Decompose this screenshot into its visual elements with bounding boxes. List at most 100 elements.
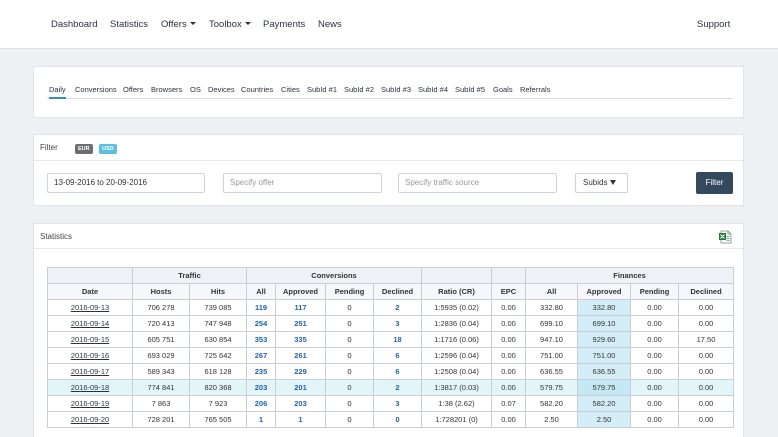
conversions-all-link[interactable]: 267 [255,351,268,360]
column-header-conv-declined[interactable]: Declined [373,283,423,300]
epc-cell: 0.00 [491,411,527,428]
conversions-approved-link[interactable]: 229 [294,367,307,376]
nav-support[interactable]: Support [697,19,730,30]
date-link[interactable]: 2016-09-15 [71,335,109,344]
date-link[interactable]: 2016-09-19 [71,399,109,408]
conversions-declined-link[interactable]: 18 [393,335,401,344]
conversions-declined-link[interactable]: 3 [395,319,399,328]
tab-browsers[interactable]: Browsers [151,85,182,94]
tab-daily[interactable]: Daily [49,85,66,99]
traffic-source-input[interactable]: Specify traffic source [398,173,557,193]
conversions-declined-link[interactable]: 6 [395,367,399,376]
ratio-cell: 1:38 (2.62) [421,395,493,412]
hosts-cell: 706 278 [132,299,190,316]
hits-cell: 7 923 [188,395,248,412]
tab-offers[interactable]: Offers [123,85,143,94]
conversions-all-link[interactable]: 1 [259,415,263,424]
nav-statistics[interactable]: Statistics [110,19,148,30]
tab-subid-1[interactable]: SubId #1 [307,85,337,94]
table-cell: 2016-09-16 [47,347,133,364]
epc-cell: 0.00 [491,299,527,316]
conversions-all-link[interactable]: 119 [255,303,267,312]
hosts-cell: 693 029 [132,347,190,364]
statistics-panel: Statistics Traffic Conversions Finances [33,223,744,437]
date-range-input[interactable]: 13-09-2016 to 20-09-2016 [47,173,205,193]
tab-conversions[interactable]: Conversions [75,85,117,94]
date-link[interactable]: 2016-09-13 [71,303,109,312]
column-header-conv-all[interactable]: All [246,283,277,300]
table-cell: 2 [373,379,423,396]
column-header-ratio[interactable]: Ratio (CR) [421,283,493,300]
table-row: 2016-09-19 7 863 7 923 206 203 0 3 1:38 (2.62) 0… [47,395,735,412]
currency-usd-badge[interactable]: USD [99,144,117,154]
conversions-all-link[interactable]: 353 [255,335,268,344]
filter-title: Filter [40,143,58,152]
tab-subid-2[interactable]: SubId #2 [344,85,374,94]
table-cell: 254 [246,315,277,332]
subids-label: Subids [583,178,608,187]
column-header-fin-pending[interactable]: Pending [630,283,680,300]
ratio-cell: 1:2836 (0.04) [421,315,493,332]
tab-countries[interactable]: Countries [241,85,273,94]
conversions-declined-link[interactable]: 2 [395,303,399,312]
tab-devices[interactable]: Devices [208,85,235,94]
conversions-approved-link[interactable]: 335 [294,335,307,344]
tab-subid-3[interactable]: SubId #3 [381,85,411,94]
nav-payments[interactable]: Payments [263,19,305,30]
nav-offers[interactable]: Offers [161,19,196,30]
date-link[interactable]: 2016-09-20 [71,415,109,424]
conversions-approved-link[interactable]: 201 [294,383,307,392]
column-header-date[interactable]: Date [47,283,133,300]
tab-cities[interactable]: Cities [281,85,300,94]
excel-export-icon[interactable] [718,230,732,244]
tab-goals[interactable]: Goals [493,85,513,94]
epc-cell: 0.00 [491,363,527,380]
table-cell: 6 [373,347,423,364]
ratio-cell: 1:728201 (0) [421,411,493,428]
date-link[interactable]: 2016-09-18 [71,383,109,392]
conversions-approved-link[interactable]: 117 [294,303,306,312]
date-link[interactable]: 2016-09-16 [71,351,109,360]
conversions-approved-link[interactable]: 261 [294,351,307,360]
conversions-declined-link[interactable]: 0 [395,415,399,424]
column-header-fin-declined[interactable]: Declined [678,283,735,300]
table-cell: 353 [246,331,277,348]
subids-dropdown[interactable]: Subids [575,173,628,193]
finances-all-cell: 699.10 [525,315,579,332]
finances-pending-cell: 0.00 [630,331,680,348]
tab-os[interactable]: OS [190,85,201,94]
conversions-all-link[interactable]: 235 [255,367,268,376]
tab-subid-4[interactable]: SubId #4 [418,85,448,94]
ratio-cell: 1:2596 (0.04) [421,347,493,364]
ratio-cell: 1:1716 (0.06) [421,331,493,348]
column-header-hosts[interactable]: Hosts [132,283,190,300]
conversions-approved-link[interactable]: 251 [294,319,307,328]
tab-subid-5[interactable]: SubId #5 [455,85,485,94]
conversions-approved-link[interactable]: 203 [294,399,307,408]
conversions-all-link[interactable]: 203 [255,383,268,392]
finances-pending-cell: 0.00 [630,315,680,332]
nav-dashboard[interactable]: Dashboard [51,19,97,30]
filter-panel: Filter EUR USD 13-09-2016 to 20-09-2016 … [33,134,744,206]
nav-news[interactable]: News [318,19,342,30]
nav-toolbox[interactable]: Toolbox [209,19,251,30]
conversions-declined-link[interactable]: 2 [395,383,399,392]
column-header-hits[interactable]: Hits [188,283,248,300]
column-header-epc[interactable]: EPC [491,283,527,300]
column-header-fin-approved[interactable]: Approved [577,283,632,300]
currency-eur-badge[interactable]: EUR [75,144,93,154]
column-header-fin-all[interactable]: All [525,283,579,300]
conversions-all-link[interactable]: 254 [255,319,268,328]
finances-declined-cell: 0.00 [678,347,735,364]
column-header-conv-approved[interactable]: Approved [275,283,327,300]
column-header-conv-pending[interactable]: Pending [325,283,375,300]
date-link[interactable]: 2016-09-17 [71,367,109,376]
conversions-declined-link[interactable]: 3 [395,399,399,408]
date-link[interactable]: 2016-09-14 [71,319,109,328]
conversions-declined-link[interactable]: 6 [395,351,399,360]
offer-input[interactable]: Specify offer [223,173,382,193]
tab-referrals[interactable]: Referrals [520,85,550,94]
conversions-approved-link[interactable]: 1 [298,415,302,424]
filter-button[interactable]: Filter [696,172,733,194]
conversions-all-link[interactable]: 206 [255,399,268,408]
